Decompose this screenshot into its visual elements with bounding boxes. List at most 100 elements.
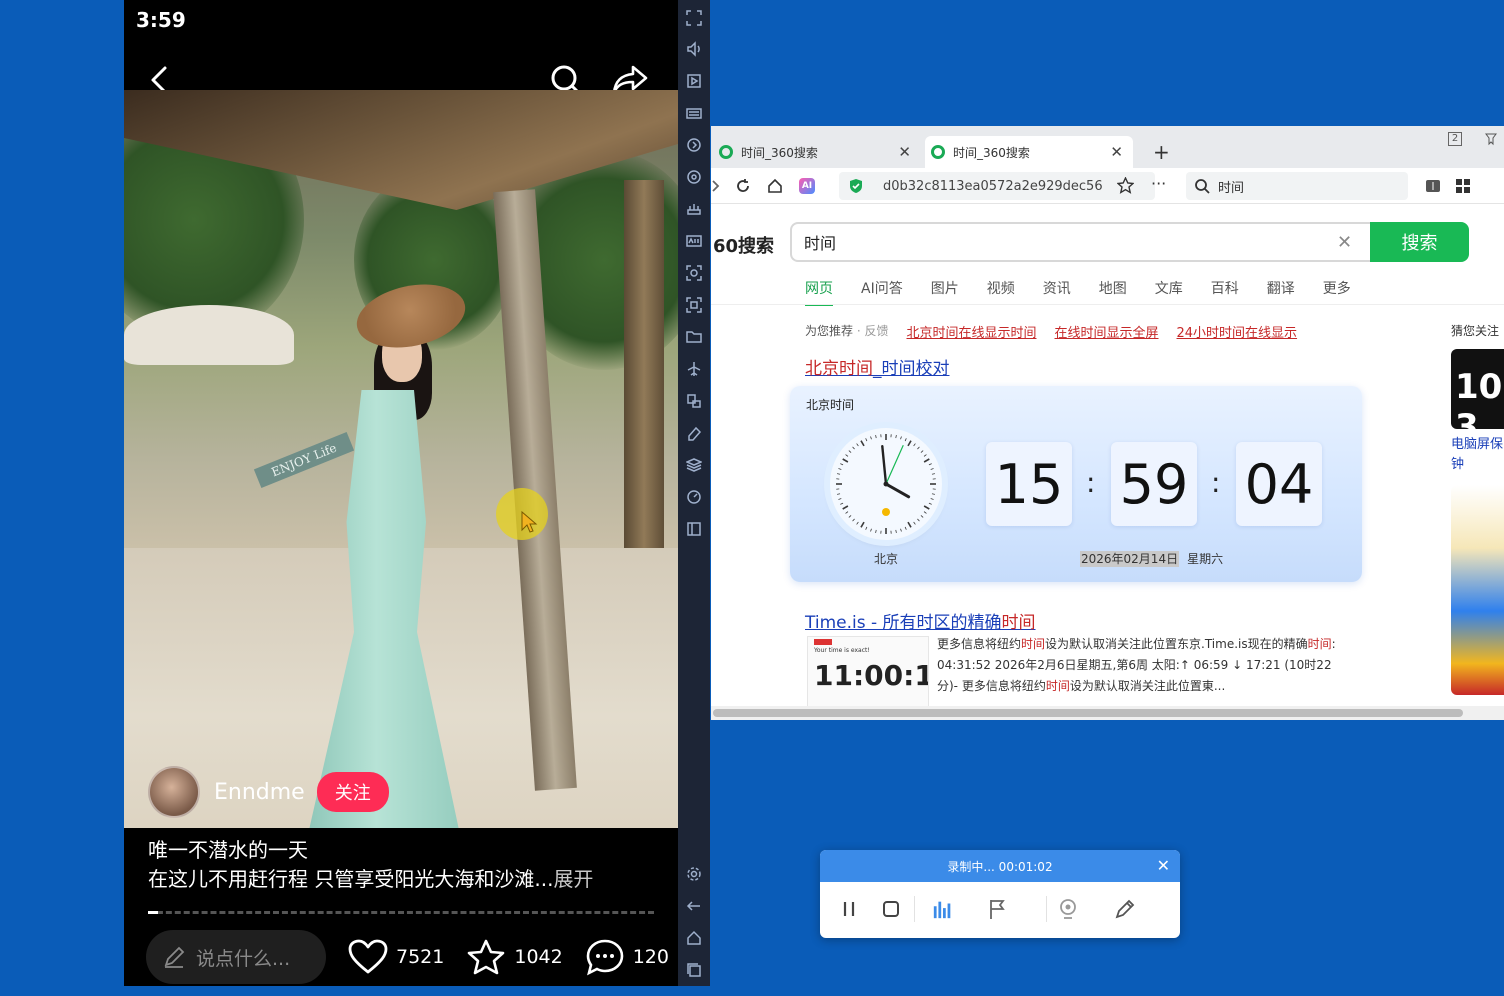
serp-tab[interactable]: 地图 [1099, 278, 1127, 306]
recommend-link[interactable]: 在线时间显示全屏 [1055, 322, 1159, 341]
install-icon[interactable] [684, 199, 704, 219]
sun-icon [882, 508, 890, 516]
recommend-link[interactable]: 北京时间在线显示时间 [906, 322, 1036, 341]
follow-button[interactable]: 关注 [316, 772, 389, 812]
video-icon[interactable] [684, 71, 704, 91]
url-field[interactable]: d0b32c8113ea0572a2e929dec56 [839, 172, 1155, 200]
side-tile-caption[interactable]: 电脑屏保钟 [1451, 435, 1504, 475]
360-search-icon [931, 145, 945, 159]
recorder-header[interactable]: 录制中... 00:01:02 ✕ [820, 850, 1180, 882]
close-tab-icon[interactable]: ✕ [1110, 143, 1123, 161]
pause-icon[interactable] [838, 898, 860, 920]
pencil-icon[interactable] [1114, 898, 1136, 920]
speed-icon[interactable] [684, 487, 704, 507]
result-thumbnail[interactable]: Your time is exact! 11:00:1 [807, 636, 929, 710]
tab-title: 时间_360搜索 [741, 145, 818, 160]
browser-tab-active[interactable]: 时间_360搜索 ✕ [925, 136, 1133, 168]
side-tile-clock[interactable]: 10 3 [1451, 349, 1504, 447]
new-tab-button[interactable]: + [1153, 140, 1170, 164]
audio-levels-icon[interactable] [932, 898, 954, 920]
mouse-pointer-icon [521, 510, 538, 533]
fullscreen-icon[interactable] [684, 8, 704, 28]
serp-tab[interactable]: 网页 [805, 278, 833, 306]
forward-icon[interactable] [711, 178, 721, 194]
clock-tick [904, 438, 907, 442]
clock-tick [923, 454, 927, 457]
window-count-badge[interactable]: 2 [1448, 132, 1462, 146]
like-button[interactable]: 7521 [348, 939, 444, 975]
result-title-link[interactable]: Time.is - 所有时区的精确时间 [805, 608, 1036, 633]
reading-mode-icon[interactable] [1425, 178, 1441, 194]
webcam-icon[interactable] [1058, 898, 1080, 920]
enjoy-life-sign: ENJOY Life [253, 431, 355, 489]
record-icon[interactable] [684, 295, 704, 315]
volume-icon[interactable] [684, 39, 704, 59]
clock-minutes: 59 [1111, 442, 1197, 526]
serp-tab[interactable]: 资讯 [1043, 278, 1071, 306]
layers-icon[interactable] [684, 455, 704, 475]
serp-tab[interactable]: 文库 [1155, 278, 1183, 306]
serp-tab[interactable]: 更多 [1323, 278, 1351, 306]
feedback-link[interactable]: · 反馈 [857, 324, 889, 338]
comment-placeholder: 说点什么... [196, 947, 291, 970]
search-button[interactable]: 搜索 [1370, 222, 1469, 262]
serp-tab[interactable]: 翻译 [1267, 278, 1295, 306]
rotate-icon[interactable] [684, 135, 704, 155]
search-query-input[interactable]: 时间 [790, 222, 1370, 262]
flag-marker-icon[interactable] [986, 898, 1008, 920]
recent-apps-icon[interactable] [684, 960, 704, 980]
clock-tick [840, 502, 844, 505]
browser-tab[interactable]: 时间_360搜索 ✕ [713, 136, 921, 168]
erase-icon[interactable] [684, 423, 704, 443]
author-name[interactable]: Enndme [214, 780, 305, 805]
360-search-icon [719, 145, 733, 159]
security-shield-icon [850, 179, 862, 193]
stop-icon[interactable] [880, 898, 902, 920]
clock-minute-hand [881, 444, 888, 486]
author-avatar[interactable] [148, 766, 200, 818]
favorite-button[interactable]: 1042 [466, 938, 563, 976]
apk-icon[interactable] [684, 231, 704, 251]
pin-icon[interactable] [1484, 132, 1498, 146]
refresh-icon[interactable] [735, 178, 751, 194]
analog-clock [830, 428, 942, 540]
side-tile-ad[interactable] [1451, 485, 1504, 695]
video-progress-bar[interactable] [148, 911, 654, 914]
ai-assistant-icon[interactable]: AI [799, 178, 815, 194]
bookmark-star-icon[interactable] [1117, 177, 1134, 194]
close-icon[interactable]: ✕ [1157, 856, 1170, 875]
apps-grid-icon[interactable] [1455, 178, 1471, 194]
video-frame[interactable]: ENJOY Life [124, 90, 678, 828]
close-tab-icon[interactable]: ✕ [898, 143, 911, 161]
multi-window-icon[interactable] [684, 391, 704, 411]
horizontal-scrollbar[interactable] [711, 706, 1504, 720]
location-icon[interactable] [684, 167, 704, 187]
folder-icon[interactable] [684, 327, 704, 347]
result-title-link[interactable]: 北京时间_时间校对 [805, 354, 950, 379]
serp-tab[interactable]: AI问答 [861, 278, 903, 306]
back-icon[interactable] [684, 896, 704, 916]
clock-colon: : [1086, 466, 1096, 499]
airplane-icon[interactable] [684, 359, 704, 379]
serp-tab[interactable]: 百科 [1211, 278, 1239, 306]
home-page-icon[interactable] [767, 178, 783, 194]
serp-tab[interactable]: 视频 [987, 278, 1015, 306]
home-icon[interactable] [684, 928, 704, 948]
settings-icon[interactable] [684, 864, 704, 884]
expand-caption-link[interactable]: 展开 [553, 867, 593, 891]
snippet-text: 设为默认取消关注此位置东京.Time.is现在的精确 [1045, 637, 1308, 651]
clear-query-icon[interactable]: ✕ [1337, 232, 1352, 253]
toolbar-search-input[interactable]: 时间 [1186, 172, 1408, 200]
serp-tab[interactable]: 图片 [931, 278, 959, 306]
scrollbar-thumb[interactable] [713, 709, 1463, 717]
search-icon [1195, 179, 1210, 194]
sidebar-icon[interactable] [684, 519, 704, 539]
comment-input[interactable]: 说点什么... [146, 930, 326, 984]
more-menu-icon[interactable]: ··· [1151, 174, 1166, 193]
keyboard-icon[interactable] [684, 103, 704, 123]
comment-button[interactable]: 120 [585, 938, 669, 976]
clock-tick [923, 458, 930, 463]
recommend-link[interactable]: 24小时时间在线显示 [1177, 322, 1298, 341]
360-search-logo[interactable]: 60搜索 [713, 232, 774, 258]
screenshot-icon[interactable] [684, 263, 704, 283]
